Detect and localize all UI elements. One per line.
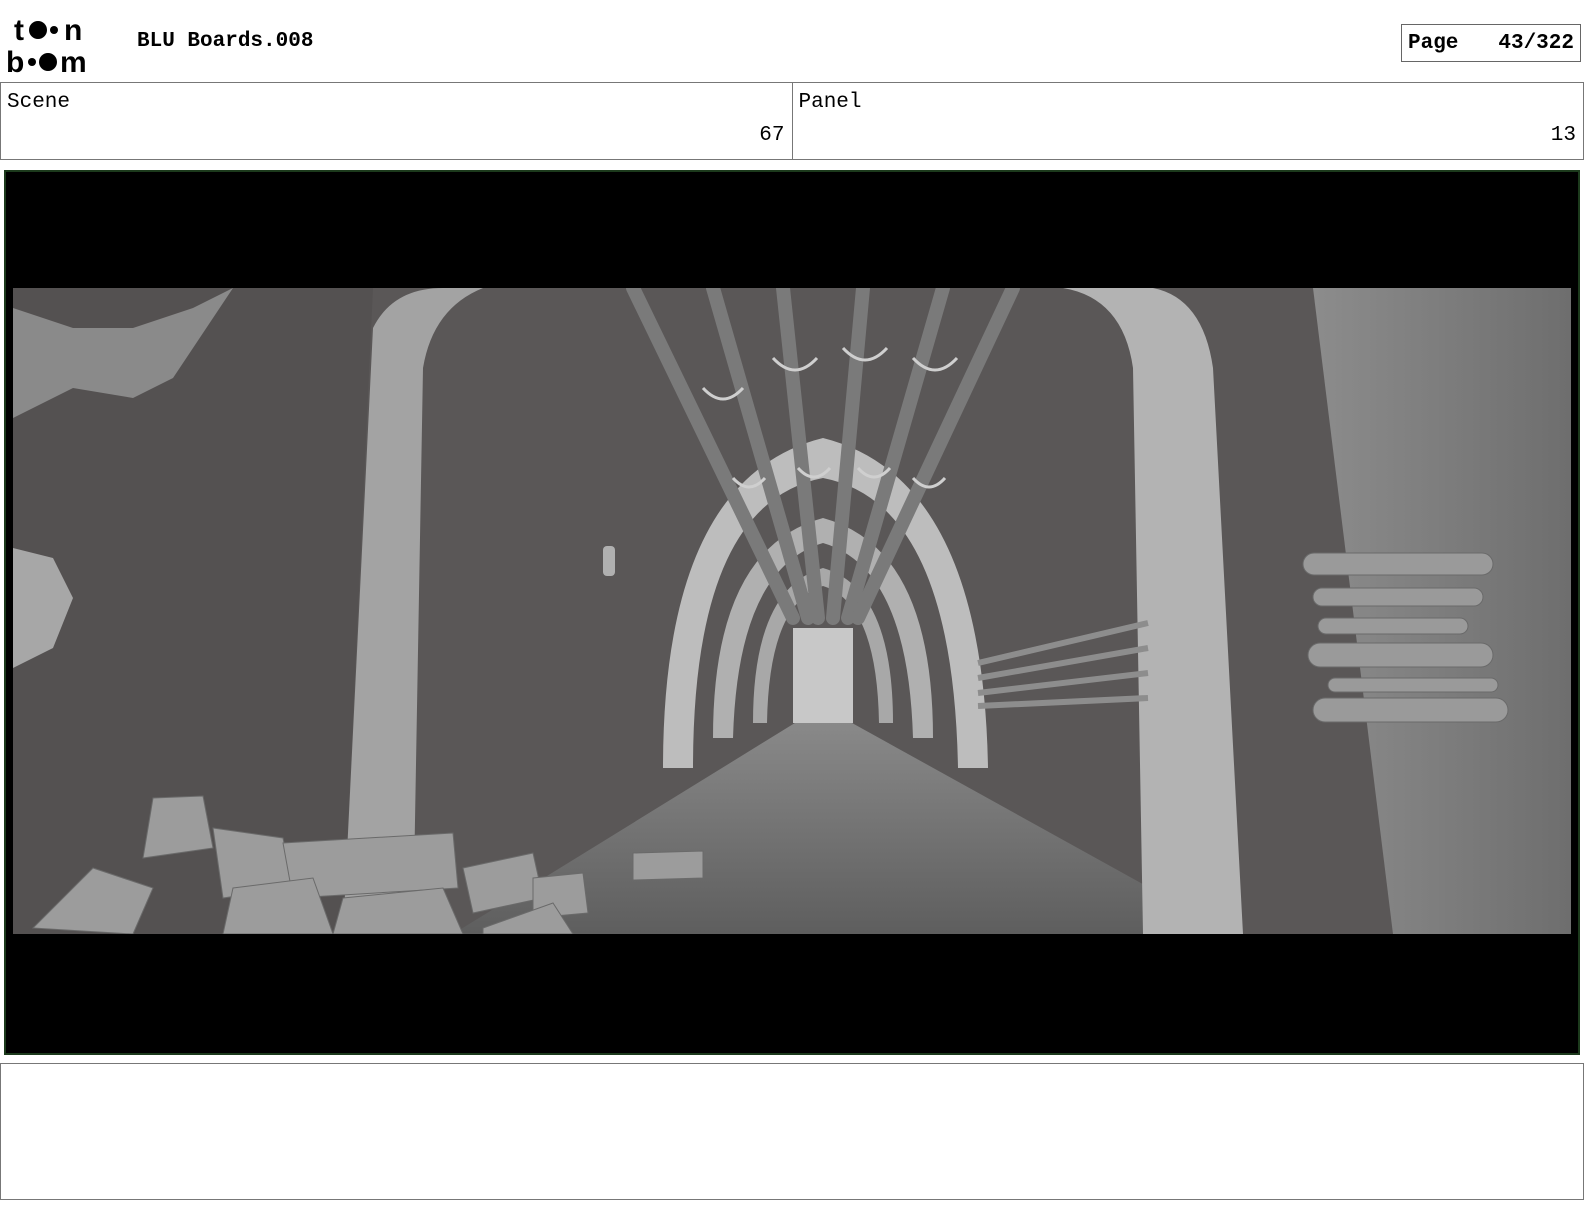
scene-panel-info: Scene 67 Panel 13 <box>0 82 1584 160</box>
page-number: 43/322 <box>1498 31 1574 55</box>
document-title: BLU Boards.008 <box>137 30 314 53</box>
svg-text:n: n <box>64 14 82 47</box>
page-label: Page <box>1408 31 1459 55</box>
storyboard-frame-image <box>13 288 1571 934</box>
panel-value: 13 <box>1550 124 1576 147</box>
svg-text:m: m <box>60 46 87 76</box>
scene-label: Scene <box>7 91 71 114</box>
scene-value: 67 <box>759 124 785 147</box>
panel-cell: Panel 13 <box>791 83 1584 159</box>
svg-text:t: t <box>14 14 24 47</box>
storyboard-panel <box>4 170 1580 1055</box>
panel-notes-area <box>0 1063 1584 1200</box>
panel-label: Panel <box>798 91 862 114</box>
toon-boom-logo: t n b m <box>6 14 87 76</box>
scene-cell: Scene 67 <box>0 83 792 159</box>
svg-text:b: b <box>6 46 24 76</box>
page-indicator: Page 43/322 <box>1401 24 1581 62</box>
